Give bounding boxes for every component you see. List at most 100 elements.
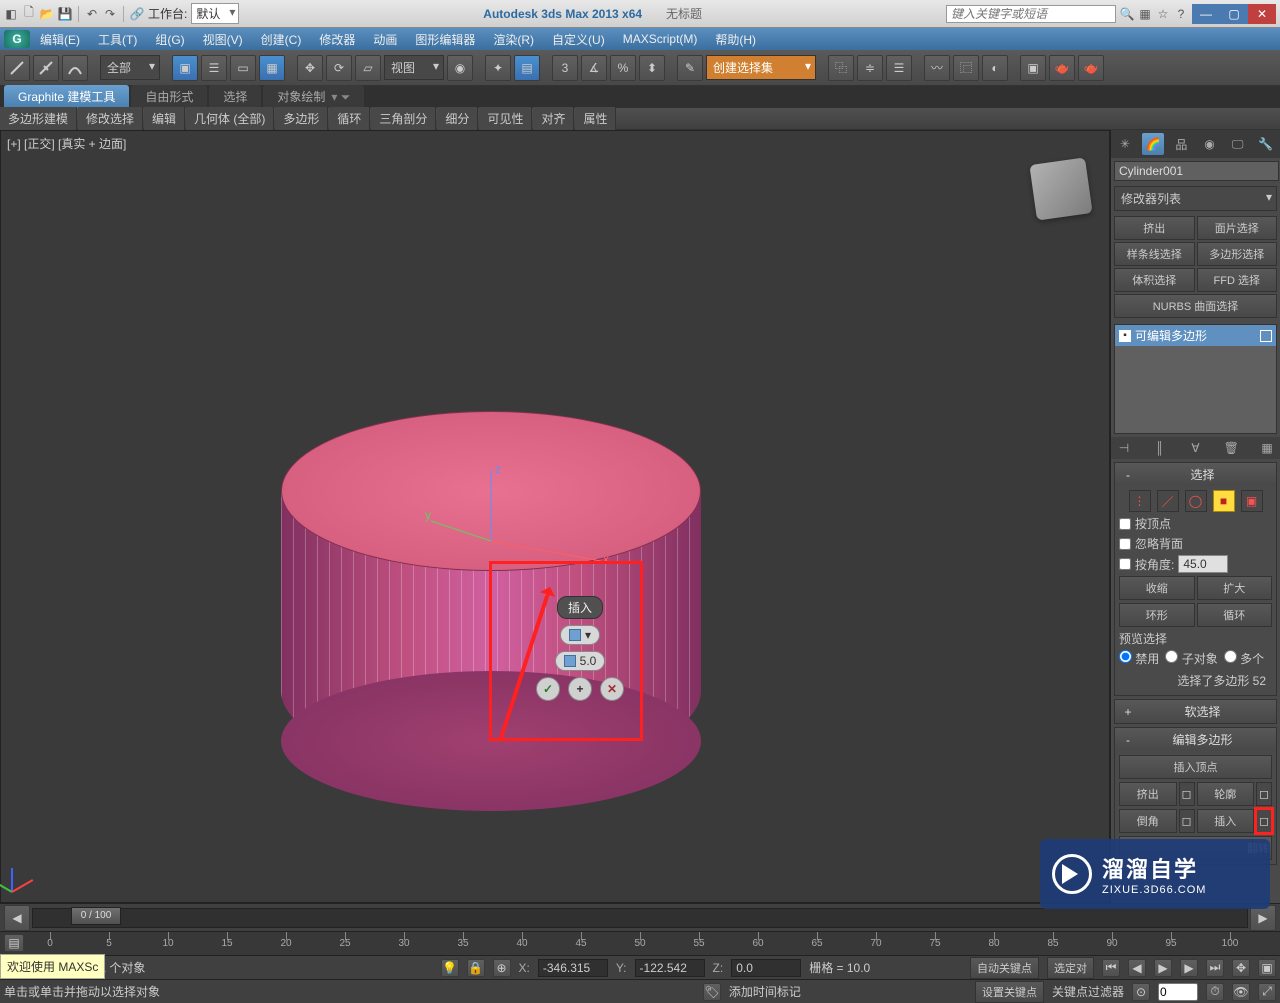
outline-button[interactable]: 轮廓 [1197, 782, 1255, 806]
selected-set-dropdown[interactable]: 选定对 [1047, 957, 1094, 979]
modify-tab-icon[interactable]: 🌈 [1142, 133, 1164, 155]
ref-coord-dropdown[interactable]: 视图 [384, 55, 444, 80]
y-coord-field[interactable] [635, 959, 705, 977]
nav-1-icon[interactable]: ✥ [1232, 959, 1250, 977]
curve-editor-icon[interactable]: 〰 [924, 55, 950, 81]
spinner-snap-icon[interactable]: ⬍ [639, 55, 665, 81]
subobj-element-icon[interactable]: ▣ [1241, 490, 1263, 512]
schematic-view-icon[interactable]: ⿸ [953, 55, 979, 81]
select-tool-icon[interactable]: ▣ [172, 55, 198, 81]
save-icon[interactable]: 💾 [58, 7, 72, 21]
edit-named-sel-icon[interactable]: ✎ [677, 55, 703, 81]
modset-ffdsel[interactable]: FFD 选择 [1197, 268, 1278, 292]
shrink-button[interactable]: 收缩 [1119, 576, 1195, 600]
ribbon-sub-edit[interactable]: 编辑 [144, 107, 185, 130]
track-bar-icon[interactable]: ▤ [4, 934, 24, 952]
ignore-backfacing-checkbox[interactable]: 忽略背面 [1119, 535, 1272, 552]
subobj-polygon-icon[interactable]: ■ [1213, 490, 1235, 512]
help-icon[interactable]: ? [1174, 7, 1188, 21]
help-search-input[interactable] [946, 5, 1116, 23]
named-selection-set[interactable]: 创建选择集 [706, 55, 816, 80]
link-tool-icon[interactable] [4, 55, 30, 81]
preview-multi-radio[interactable]: 多个 [1224, 650, 1264, 667]
ribbon-sub-tris[interactable]: 三角剖分 [371, 107, 436, 130]
timeline-start-icon[interactable]: ◀ [4, 905, 30, 931]
ribbon-sub-polymodel[interactable]: 多边形建模 [0, 107, 77, 130]
render-setup-icon[interactable]: ▣ [1020, 55, 1046, 81]
stack-expand-icon[interactable]: ▪ [1119, 330, 1131, 342]
menu-create[interactable]: 创建(C) [253, 29, 310, 50]
menu-group[interactable]: 组(G) [147, 29, 192, 50]
layer-manager-icon[interactable]: ☰ [886, 55, 912, 81]
object-name-field[interactable] [1114, 161, 1279, 181]
viewport-label[interactable]: [+] [正交] [真实 + 边面] [7, 135, 126, 152]
scale-tool-icon[interactable]: ▱ [355, 55, 381, 81]
ribbon-sub-geom[interactable]: 几何体 (全部) [186, 107, 274, 130]
link-icon[interactable]: 🔗 [130, 7, 144, 21]
ribbon-tab-paint[interactable]: 对象绘制▾ ⏷ [263, 85, 364, 108]
align-icon[interactable]: ≑ [857, 55, 883, 81]
menu-graph-editors[interactable]: 图形编辑器 [407, 29, 483, 50]
make-unique-icon[interactable]: ∀ [1187, 439, 1205, 457]
rollout-selection-header[interactable]: - 选择 [1115, 463, 1276, 486]
ribbon-sub-props[interactable]: 属性 [575, 107, 616, 130]
minimize-button[interactable]: — [1192, 4, 1220, 24]
unlink-tool-icon[interactable] [33, 55, 59, 81]
add-time-tag[interactable]: 添加时间标记 [729, 983, 801, 1000]
pivot-center-icon[interactable]: ◉ [447, 55, 473, 81]
hierarchy-tab-icon[interactable]: 品 [1170, 133, 1192, 155]
bevel-button[interactable]: 倒角 [1119, 809, 1177, 833]
ribbon-sub-modsel[interactable]: 修改选择 [78, 107, 143, 130]
menu-help[interactable]: 帮助(H) [707, 29, 764, 50]
by-vertex-checkbox[interactable]: 按顶点 [1119, 515, 1272, 532]
keyboard-shortcut-icon[interactable]: ▤ [514, 55, 540, 81]
motion-tab-icon[interactable]: ◉ [1199, 133, 1221, 155]
subobj-edge-icon[interactable]: ／ [1157, 490, 1179, 512]
favorites-icon[interactable]: ☆ [1156, 7, 1170, 21]
ribbon-sub-align[interactable]: 对齐 [533, 107, 574, 130]
ribbon-sub-visibility[interactable]: 可见性 [479, 107, 532, 130]
z-coord-field[interactable] [731, 959, 801, 977]
inset-button[interactable]: 插入 [1197, 809, 1255, 833]
absolute-mode-icon[interactable]: ⊕ [493, 959, 511, 977]
rotate-tool-icon[interactable]: ⟳ [326, 55, 352, 81]
redo-icon[interactable]: ↷ [103, 7, 117, 21]
extrude-settings-icon[interactable]: ◻ [1179, 782, 1195, 806]
ribbon-tab-graphite[interactable]: Graphite 建模工具 [4, 85, 129, 108]
goto-end-icon[interactable]: ⏭ [1206, 959, 1224, 977]
loop-button[interactable]: 循环 [1197, 603, 1273, 627]
open-file-icon[interactable]: 📂 [40, 7, 54, 21]
rect-region-icon[interactable]: ▭ [230, 55, 256, 81]
modset-extrude[interactable]: 挤出 [1114, 216, 1195, 240]
menu-maxscript[interactable]: MAXScript(M) [615, 30, 706, 48]
app-logo-icon[interactable]: G [4, 30, 30, 48]
comm-center-icon[interactable]: ▦ [1138, 7, 1152, 21]
show-end-result-icon[interactable]: ║ [1151, 439, 1169, 457]
inset-settings-icon[interactable]: ◻ [1256, 809, 1272, 833]
rollout-edit-poly-header[interactable]: - 编辑多边形 [1115, 728, 1276, 751]
select-by-name-icon[interactable]: ☰ [201, 55, 227, 81]
move-tool-icon[interactable]: ✥ [297, 55, 323, 81]
render-frame-icon[interactable]: 🫖 [1049, 55, 1075, 81]
play-icon[interactable]: ▶ [1154, 959, 1172, 977]
angle-snap-icon[interactable]: ∡ [581, 55, 607, 81]
modset-volsel[interactable]: 体积选择 [1114, 268, 1195, 292]
selection-filter[interactable]: 全部 [100, 55, 160, 80]
remove-modifier-icon[interactable]: 🗑 [1222, 439, 1240, 457]
mirror-icon[interactable]: ⿻ [828, 55, 854, 81]
maxscript-listener[interactable]: 欢迎使用 MAXSc [0, 954, 105, 979]
display-tab-icon[interactable]: 🖵 [1227, 133, 1249, 155]
nav-2-icon[interactable]: ▣ [1258, 959, 1276, 977]
subobj-border-icon[interactable]: ◯ [1185, 490, 1207, 512]
key-filters-button[interactable]: 关键点过滤器 [1052, 983, 1124, 1000]
ring-button[interactable]: 环形 [1119, 603, 1195, 627]
material-editor-icon[interactable]: ◐ [982, 55, 1008, 81]
modset-facesel[interactable]: 面片选择 [1197, 216, 1278, 240]
nav-4-icon[interactable]: ⤢ [1258, 983, 1276, 1001]
current-frame-field[interactable] [1158, 983, 1198, 1001]
time-slider[interactable]: 0 / 100 [32, 908, 1248, 928]
modifier-list-dropdown[interactable]: 修改器列表 [1114, 186, 1277, 211]
grow-button[interactable]: 扩大 [1197, 576, 1273, 600]
ribbon-expand-icon[interactable]: ▾ ⏷ [331, 90, 350, 104]
snap-toggle-icon[interactable]: 3 [552, 55, 578, 81]
